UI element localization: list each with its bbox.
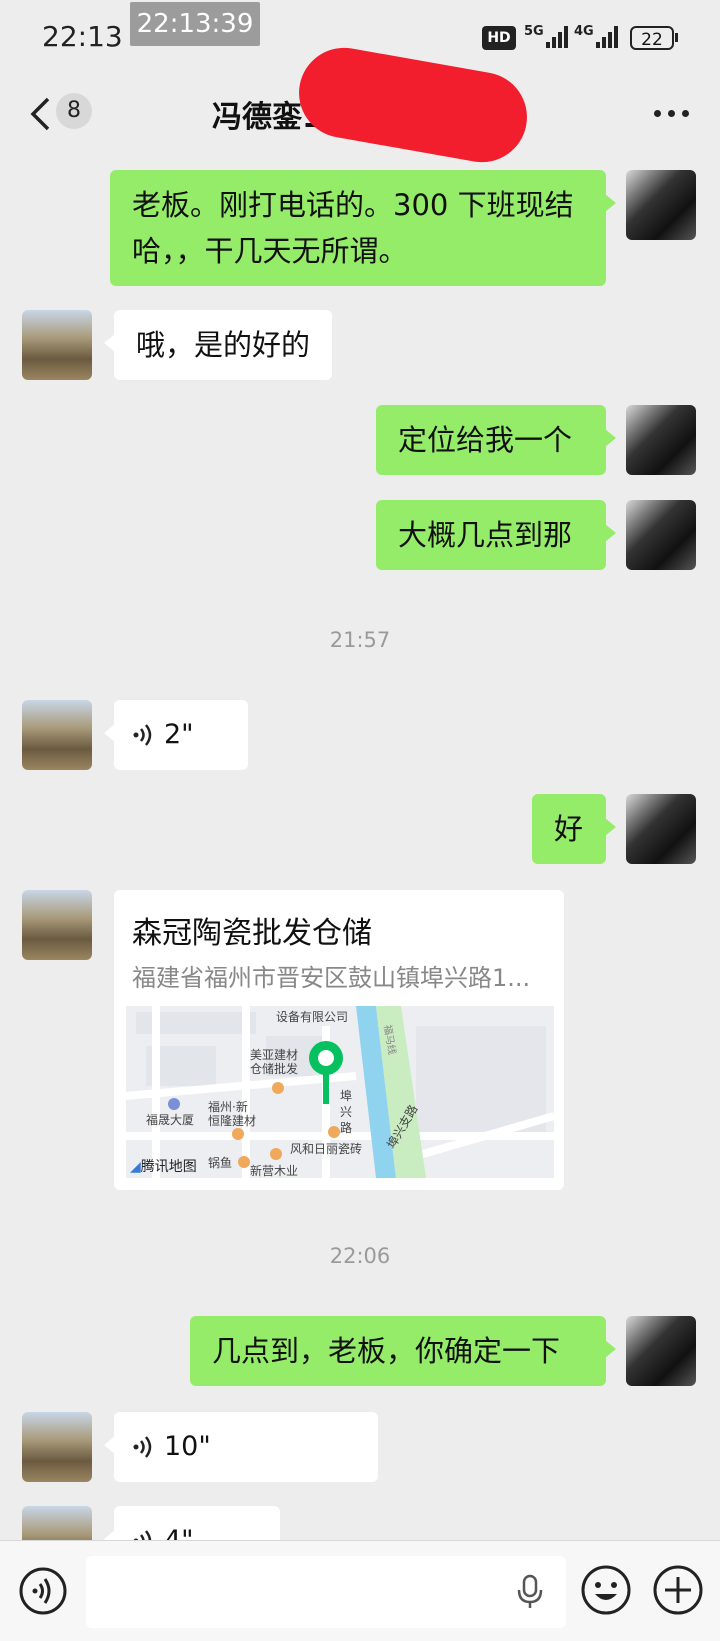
timestamp: 22:06 — [329, 1244, 391, 1268]
map-label: 风和日丽瓷砖 — [290, 1142, 363, 1156]
signal-icon — [546, 26, 572, 48]
timestamp: 21:57 — [329, 628, 391, 652]
location-address: 福建省福州市晋安区鼓山镇埠兴路1... — [132, 964, 531, 992]
message-bubble-self[interactable]: 好 — [532, 794, 616, 864]
network-5g-label: 5G — [524, 24, 544, 39]
emoji-icon[interactable] — [580, 1564, 632, 1616]
avatar-self[interactable] — [626, 500, 696, 570]
unread-count-badge[interactable]: 8 — [56, 93, 92, 129]
chevron-left-icon[interactable] — [28, 96, 52, 132]
map-label: 恒隆建材 — [208, 1114, 257, 1128]
signal-icon — [596, 26, 622, 48]
plus-icon[interactable] — [652, 1564, 704, 1616]
voice-message-contact[interactable]: 2" — [104, 700, 248, 770]
avatar-contact[interactable] — [22, 310, 92, 380]
battery-icon: 22 — [630, 26, 674, 50]
message-bubble-contact[interactable]: 哦，是的好的 — [103, 310, 333, 380]
avatar-self[interactable] — [626, 405, 696, 475]
message-bubble-self[interactable]: 大概几点到那 — [376, 500, 616, 570]
message-bubble-self[interactable]: 几点到，老板，你确定一下 — [190, 1316, 616, 1386]
map-label: 新营木业 — [250, 1164, 299, 1178]
voice-wave-icon — [133, 1436, 152, 1458]
map-provider-label: ◢腾讯地图 — [130, 1159, 197, 1175]
message-input[interactable] — [86, 1556, 566, 1628]
avatar-self[interactable] — [626, 1316, 696, 1386]
map-label: 锅鱼 — [208, 1156, 233, 1170]
message-bubble-self[interactable]: 老板。刚打电话的。300 下班现结 哈，，干几天无所谓。 — [110, 170, 616, 286]
voice-duration: 2" — [164, 719, 194, 750]
avatar-self[interactable] — [626, 170, 696, 240]
map-thumbnail[interactable]: 设备有限公司 美亚建材 仓储批发 福晟大厦 福州·新 恒隆建材 风和日丽瓷砖 锅… — [126, 1006, 554, 1178]
screenshot-time-badge: 22:13:39 — [130, 2, 260, 46]
voice-mode-icon[interactable] — [18, 1566, 68, 1616]
map-label: 福晟大厦 — [146, 1113, 195, 1127]
battery-tip — [675, 33, 678, 42]
map-pin-icon — [309, 1041, 343, 1104]
hd-voice-badge: HD — [482, 26, 516, 50]
status-clock: 22:13 — [42, 20, 123, 53]
location-title: 森冠陶瓷批发仓储 — [132, 916, 372, 951]
map-label: 仓储批发 — [250, 1062, 299, 1076]
voice-wave-icon — [133, 724, 152, 746]
more-icon[interactable] — [654, 110, 690, 118]
avatar-self[interactable] — [626, 794, 696, 864]
avatar-contact[interactable] — [22, 890, 92, 960]
voice-message-contact[interactable]: 10" — [104, 1412, 378, 1482]
message-bubble-self[interactable]: 定位给我一个 — [376, 405, 616, 475]
avatar-contact[interactable] — [22, 1412, 92, 1482]
network-4g-label: 4G — [574, 24, 594, 39]
map-label: 设备有限公司 — [276, 1010, 349, 1024]
avatar-contact[interactable] — [22, 700, 92, 770]
map-provider-icon: ◢ — [130, 1159, 141, 1175]
voice-duration: 10" — [164, 1431, 211, 1462]
microphone-icon[interactable] — [516, 1574, 544, 1610]
